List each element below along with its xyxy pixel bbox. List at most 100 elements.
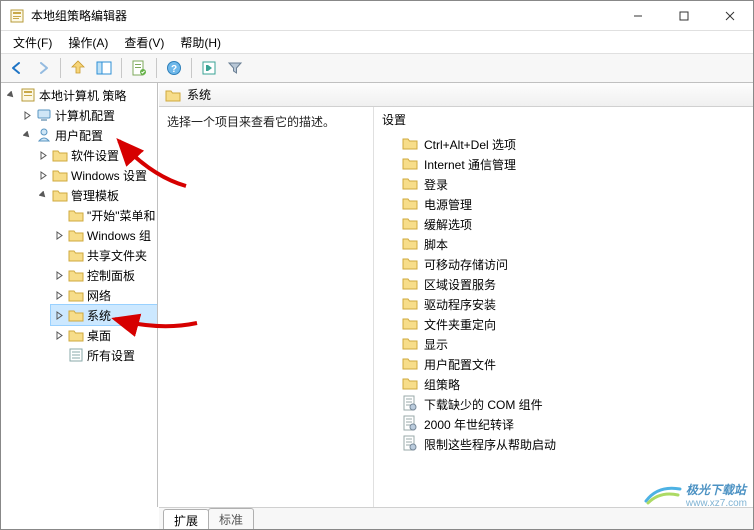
menu-file[interactable]: 文件(F) [7, 32, 58, 53]
collapse-icon[interactable] [53, 329, 65, 341]
tree-win-components[interactable]: Windows 组 [51, 225, 157, 245]
tree-start-menu[interactable]: "开始"菜单和 [51, 205, 157, 225]
computer-icon [36, 107, 52, 123]
settings-item-label: 可移动存储访问 [424, 256, 508, 273]
settings-item-label: 登录 [424, 176, 448, 193]
toolbar-separator [121, 58, 122, 78]
tree-desktop[interactable]: 桌面 [51, 325, 157, 345]
maximize-button[interactable] [661, 1, 707, 31]
collapse-icon[interactable] [53, 269, 65, 281]
settings-item[interactable]: 文件夹重定向 [374, 314, 753, 334]
tree-shared-folders[interactable]: 共享文件夹 [51, 245, 157, 265]
tab-standard[interactable]: 标准 [208, 508, 254, 529]
tree-root[interactable]: 本地计算机 策略 [3, 85, 157, 105]
filter-button[interactable] [223, 56, 247, 80]
folder-icon [402, 196, 418, 213]
folder-icon [52, 148, 68, 162]
tree-label: 用户配置 [55, 127, 103, 144]
expand-icon[interactable] [21, 129, 33, 141]
folder-icon [165, 88, 181, 102]
settings-item[interactable]: 电源管理 [374, 194, 753, 214]
settings-item[interactable]: 缓解选项 [374, 214, 753, 234]
settings-header: 设置 [374, 107, 753, 134]
back-button[interactable] [5, 56, 29, 80]
tree-label: 共享文件夹 [87, 247, 147, 264]
tree-label: 所有设置 [87, 347, 135, 364]
menu-action[interactable]: 操作(A) [62, 32, 114, 53]
description-column: 选择一个项目来查看它的描述。 [159, 107, 374, 507]
folder-icon [402, 176, 418, 193]
content-area: 本地计算机 策略 计算机配置 [1, 83, 753, 507]
tree-software-settings[interactable]: 软件设置 [35, 145, 157, 165]
folder-icon [402, 276, 418, 293]
settings-item-label: Ctrl+Alt+Del 选项 [424, 136, 516, 153]
toolbar: ? [1, 53, 753, 83]
show-hide-tree-button[interactable] [92, 56, 116, 80]
toolbar-separator [156, 58, 157, 78]
settings-item-label: 显示 [424, 336, 448, 353]
tree-windows-settings[interactable]: Windows 设置 [35, 165, 157, 185]
folder-icon [68, 208, 84, 222]
tree-label: 桌面 [87, 327, 111, 344]
collapse-icon[interactable] [37, 149, 49, 161]
settings-item[interactable]: 区域设置服务 [374, 274, 753, 294]
settings-column: 设置 Ctrl+Alt+Del 选项Internet 通信管理登录电源管理缓解选… [374, 107, 753, 507]
menu-view[interactable]: 查看(V) [118, 32, 170, 53]
tree-user-config[interactable]: 用户配置 [19, 125, 157, 145]
settings-item-label: 下载缺少的 COM 组件 [424, 396, 543, 413]
settings-item[interactable]: Ctrl+Alt+Del 选项 [374, 134, 753, 154]
settings-item[interactable]: 显示 [374, 334, 753, 354]
policy-toggle-button[interactable] [197, 56, 221, 80]
tabs-row: 扩展 标准 [159, 507, 753, 529]
forward-button[interactable] [31, 56, 55, 80]
collapse-icon[interactable] [21, 109, 33, 121]
folder-icon [68, 228, 84, 242]
tree-computer-config[interactable]: 计算机配置 [19, 105, 157, 125]
expand-icon[interactable] [5, 89, 17, 101]
settings-item[interactable]: 下载缺少的 COM 组件 [374, 394, 753, 414]
settings-list[interactable]: Ctrl+Alt+Del 选项Internet 通信管理登录电源管理缓解选项脚本… [374, 134, 753, 507]
minimize-button[interactable] [615, 1, 661, 31]
tree-network[interactable]: 网络 [51, 285, 157, 305]
tree-control-panel[interactable]: 控制面板 [51, 265, 157, 285]
settings-item[interactable]: 组策略 [374, 374, 753, 394]
settings-item[interactable]: Internet 通信管理 [374, 154, 753, 174]
collapse-icon[interactable] [53, 289, 65, 301]
tree-system[interactable]: 系统 [51, 305, 157, 325]
folder-icon [68, 308, 84, 322]
app-icon [9, 8, 25, 24]
collapse-icon[interactable] [37, 169, 49, 181]
folder-icon [402, 256, 418, 273]
settings-item[interactable]: 限制这些程序从帮助启动 [374, 434, 753, 454]
settings-item[interactable]: 脚本 [374, 234, 753, 254]
folder-icon [402, 296, 418, 313]
detail-pane: 系统 选择一个项目来查看它的描述。 设置 Ctrl+Alt+Del 选项Inte… [158, 83, 753, 507]
folder-icon [52, 168, 68, 182]
tree-label: "开始"菜单和 [87, 207, 156, 224]
settings-item-label: 区域设置服务 [424, 276, 496, 293]
folder-icon [402, 316, 418, 333]
tree-label: 计算机配置 [55, 107, 115, 124]
properties-button[interactable] [127, 56, 151, 80]
collapse-icon[interactable] [53, 309, 65, 321]
tree-all-settings[interactable]: 所有设置 [51, 345, 157, 365]
tree-label: 管理模板 [71, 187, 119, 204]
tree-admin-templates[interactable]: 管理模板 [35, 185, 157, 205]
settings-item[interactable]: 可移动存储访问 [374, 254, 753, 274]
menu-help[interactable]: 帮助(H) [174, 32, 227, 53]
settings-item-label: 文件夹重定向 [424, 316, 496, 333]
up-button[interactable] [66, 56, 90, 80]
settings-item[interactable]: 登录 [374, 174, 753, 194]
tab-extended[interactable]: 扩展 [163, 509, 209, 530]
help-button[interactable]: ? [162, 56, 186, 80]
window-title: 本地组策略编辑器 [31, 7, 127, 24]
expand-icon[interactable] [37, 189, 49, 201]
settings-item[interactable]: 2000 年世纪转译 [374, 414, 753, 434]
menubar: 文件(F) 操作(A) 查看(V) 帮助(H) [1, 31, 753, 53]
settings-item[interactable]: 驱动程序安装 [374, 294, 753, 314]
close-button[interactable] [707, 1, 753, 31]
collapse-icon[interactable] [53, 229, 65, 241]
detail-header-title: 系统 [187, 86, 211, 103]
tree-pane[interactable]: 本地计算机 策略 计算机配置 [1, 83, 158, 507]
settings-item[interactable]: 用户配置文件 [374, 354, 753, 374]
